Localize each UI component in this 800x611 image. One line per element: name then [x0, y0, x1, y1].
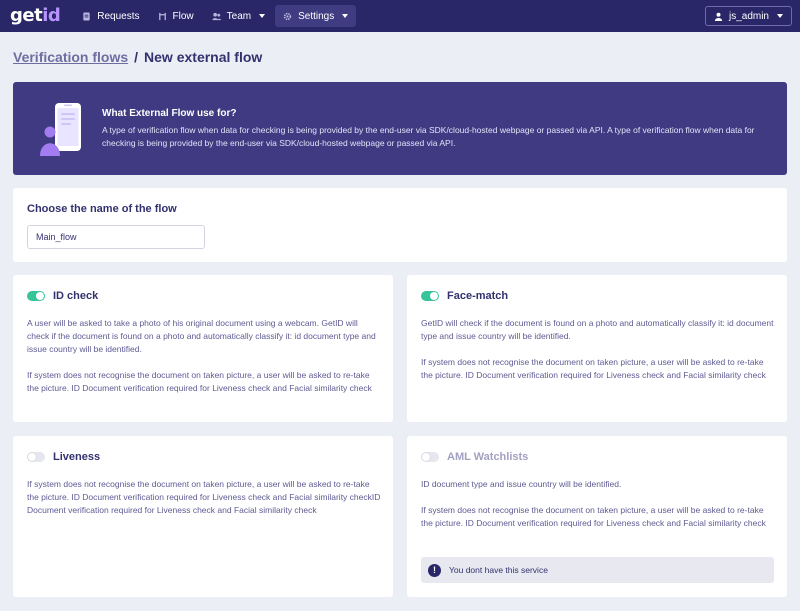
exclamation-icon: !: [428, 563, 441, 577]
phone-user-illustration-icon: [39, 101, 97, 159]
flow-name-label: Choose the name of the flow: [27, 203, 177, 215]
logo-text-accent: id: [42, 5, 61, 26]
liveness-header: Liveness: [27, 451, 100, 463]
info-banner: What External Flow use for? A type of ve…: [13, 82, 787, 175]
toggle-knob: [422, 453, 430, 461]
id-check-toggle[interactable]: [27, 291, 45, 301]
liveness-title: Liveness: [53, 451, 101, 463]
nav-item-team[interactable]: Team: [204, 5, 273, 27]
liveness-toggle[interactable]: [27, 452, 45, 462]
page-title: New external flow: [144, 49, 263, 65]
toggle-knob: [28, 453, 36, 461]
id-check-text-1: A user will be asked to take a photo of …: [27, 318, 376, 354]
nav-item-requests[interactable]: Requests: [74, 5, 147, 27]
flow-name-input[interactable]: Main_flow: [27, 225, 205, 249]
id-check-card: ID check A user will be asked to take a …: [13, 275, 393, 422]
face-match-title: Face-match: [447, 290, 509, 302]
nav-item-flow-label: Flow: [172, 10, 194, 22]
logo-text-main: get: [10, 5, 43, 26]
liveness-description: If system does not recognise the documen…: [27, 478, 382, 517]
face-match-text-1: GetID will check if the document is foun…: [421, 318, 774, 341]
alert-text: You dont have this service: [449, 565, 548, 575]
no-service-alert: ! You dont have this service: [421, 557, 774, 583]
aml-toggle: [421, 452, 439, 462]
user-name: js_admin: [728, 10, 769, 22]
face-match-description: GetID will check if the document is foun…: [421, 317, 776, 382]
nav-item-settings[interactable]: Settings: [275, 5, 357, 27]
aml-description: ID document type and issue country will …: [421, 478, 776, 530]
gear-icon: [283, 12, 292, 21]
chevron-down-icon: [777, 14, 783, 18]
face-match-header: Face-match: [421, 290, 508, 302]
face-match-toggle[interactable]: [421, 291, 439, 301]
chevron-down-icon: [342, 14, 349, 18]
id-check-text-2: If system does not recognise the documen…: [27, 370, 372, 393]
user-icon: [714, 12, 723, 21]
liveness-card: Liveness If system does not recognise th…: [13, 436, 393, 597]
team-icon: [212, 12, 221, 21]
liveness-text-1: If system does not recognise the documen…: [27, 479, 381, 515]
banner-text: A type of verification flow when data fo…: [102, 125, 755, 148]
face-match-card: Face-match GetID will check if the docum…: [407, 275, 787, 422]
nav-item-settings-label: Settings: [298, 10, 335, 22]
nav-item-flow[interactable]: Flow: [150, 5, 202, 27]
breadcrumb-link-verification-flows[interactable]: Verification flows: [13, 49, 128, 65]
breadcrumb: Verification flows / New external flow: [13, 49, 262, 65]
toggle-knob: [36, 292, 44, 300]
user-menu-button[interactable]: js_admin: [704, 6, 792, 26]
aml-text-2: If system does not recognise the documen…: [421, 505, 766, 528]
id-check-description: A user will be asked to take a photo of …: [27, 317, 382, 395]
toggle-knob: [430, 292, 438, 300]
face-match-text-2: If system does not recognise the documen…: [421, 357, 766, 380]
id-check-title: ID check: [53, 290, 99, 302]
top-navbar: getid Requests Flow Team Settings js_adm…: [0, 0, 800, 32]
aml-watchlists-card: AML Watchlists ID document type and issu…: [407, 436, 787, 597]
banner-title: What External Flow use for?: [102, 108, 237, 119]
nav-item-requests-label: Requests: [97, 10, 140, 22]
aml-title: AML Watchlists: [447, 451, 529, 463]
breadcrumb-separator: /: [134, 49, 139, 65]
getid-logo[interactable]: getid: [10, 5, 61, 26]
aml-text-1: ID document type and issue country will …: [421, 479, 622, 489]
nav-item-team-label: Team: [226, 10, 252, 22]
aml-header: AML Watchlists: [421, 451, 528, 463]
document-icon: [82, 11, 91, 21]
id-check-header: ID check: [27, 290, 98, 302]
chevron-down-icon: [259, 14, 266, 18]
flow-icon: [158, 12, 167, 21]
flow-name-card: Choose the name of the flow Main_flow: [13, 188, 787, 262]
